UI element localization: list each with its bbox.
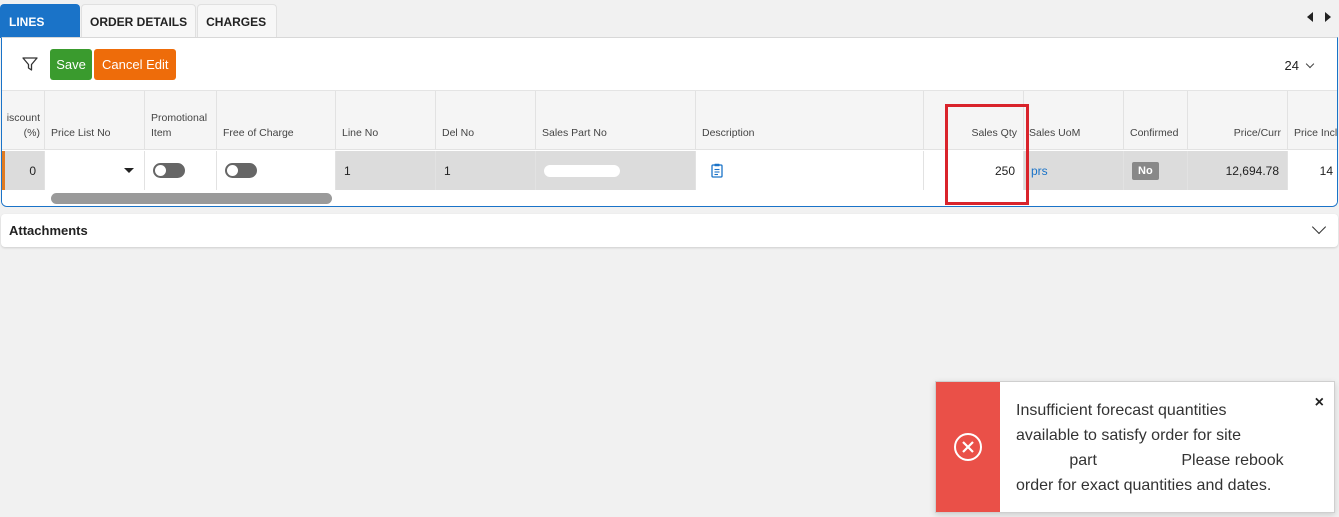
promotional-item-toggle[interactable] [153,163,185,178]
cell-line-no[interactable]: 1 [336,151,436,190]
sales-qty-highlight [945,104,1029,205]
lines-panel: Save Cancel Edit 24 iscount (%) Price Li… [1,37,1338,207]
column-header-price-curr[interactable]: Price/Curr [1188,91,1288,150]
attachments-section[interactable]: Attachments [1,214,1338,247]
cell-description[interactable] [696,151,924,190]
table-row[interactable]: 0 1 1 250 prs No 12,694.78 14 [2,151,1337,190]
column-header-description[interactable]: Description [696,91,924,150]
grid-header: iscount (%) Price List No Promotional It… [2,91,1337,150]
cell-price-incl[interactable]: 14 [1288,151,1337,190]
row-edit-marker [2,151,5,190]
tab-bar: LINES ORDER DETAILS CHARGES [0,4,278,38]
column-header-del-no[interactable]: Del No [436,91,536,150]
free-of-charge-toggle[interactable] [225,163,257,178]
cell-confirmed: No [1124,151,1188,190]
error-toast: Insufficient forecast quantities availab… [935,381,1335,513]
price-list-no-select[interactable] [45,151,145,190]
toolbar: Save Cancel Edit 24 [2,38,1337,91]
column-header-promotional-item[interactable]: Promotional Item [145,91,217,150]
tab-order-details[interactable]: ORDER DETAILS [81,4,197,38]
cell-price-curr[interactable]: 12,694.78 [1188,151,1288,190]
column-header-line-no[interactable]: Line No [336,91,436,150]
attachments-title: Attachments [9,223,88,238]
column-header-sales-part-no[interactable]: Sales Part No [536,91,696,150]
cell-discount[interactable]: 0 [2,151,45,190]
column-header-price-list-no[interactable]: Price List No [45,91,145,150]
tab-scroll-left-icon[interactable] [1307,12,1313,22]
confirmed-badge: No [1132,161,1159,180]
cell-sales-uom[interactable]: prs [1024,151,1124,190]
column-header-discount[interactable]: iscount (%) [2,91,45,150]
horizontal-scrollbar[interactable] [51,193,332,204]
page-size-select[interactable]: 24 [1284,58,1315,73]
redacted-sales-part-no [544,164,620,177]
toast-message: Insufficient forecast quantities availab… [1016,402,1284,494]
cancel-edit-button[interactable]: Cancel Edit [94,48,177,80]
cell-free-of-charge [217,151,336,190]
page-size-value: 24 [1284,58,1299,73]
close-icon[interactable]: × [1315,394,1324,412]
column-header-confirmed[interactable]: Confirmed [1124,91,1188,150]
toast-icon-area [936,382,1000,512]
column-header-sales-uom[interactable]: Sales UoM [1024,91,1124,150]
clipboard-icon[interactable] [710,163,724,178]
cell-sales-part-no[interactable] [536,151,696,190]
chevron-down-icon [1305,59,1315,69]
filter-icon[interactable] [20,54,40,74]
cell-del-no[interactable]: 1 [436,151,536,190]
column-header-price-incl[interactable]: Price Incl [1288,91,1337,150]
tab-navigation [1307,12,1331,22]
chevron-down-icon[interactable] [1311,219,1327,235]
dropdown-arrow-icon[interactable] [124,168,134,173]
save-button[interactable]: Save [50,48,92,80]
cell-promotional-item [145,151,217,190]
tab-charges[interactable]: CHARGES [197,4,278,38]
lines-grid: iscount (%) Price List No Promotional It… [2,91,1337,206]
tab-scroll-right-icon[interactable] [1325,12,1331,22]
sales-uom-link[interactable]: prs [1031,164,1048,178]
column-header-free-of-charge[interactable]: Free of Charge [217,91,336,150]
error-circle-icon [954,433,982,461]
tab-lines[interactable]: LINES [0,4,80,38]
